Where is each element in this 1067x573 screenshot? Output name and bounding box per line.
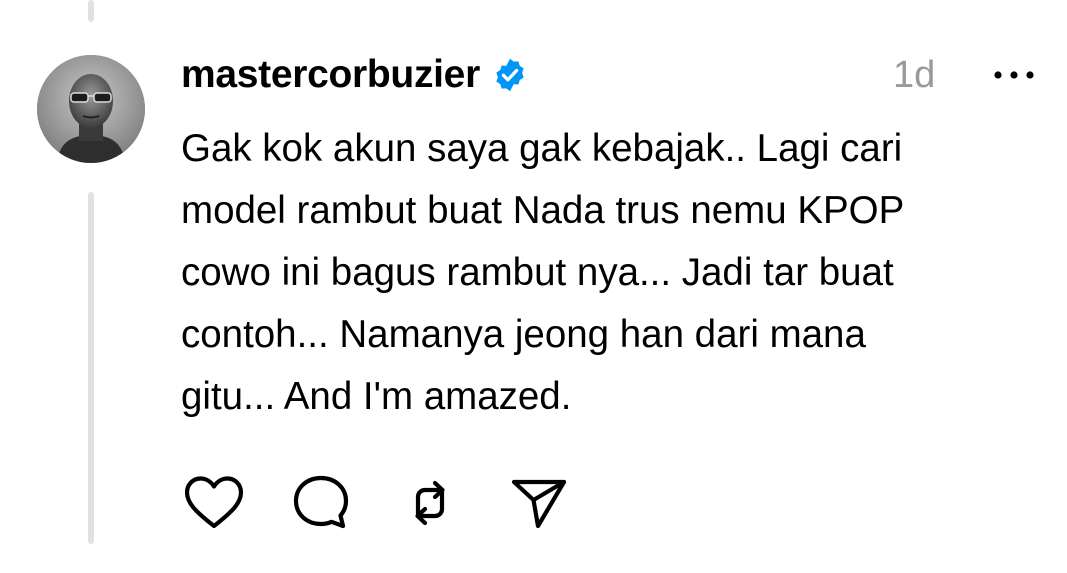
more-horizontal-icon[interactable]	[991, 60, 1037, 90]
avatar[interactable]	[37, 55, 145, 163]
verified-badge-icon	[492, 57, 528, 93]
send-icon[interactable]	[508, 472, 570, 534]
comment-text: Gak kok akun saya gak kebajak.. Lagi car…	[181, 127, 905, 418]
heart-icon[interactable]	[183, 472, 245, 534]
thread-line	[88, 192, 94, 544]
comment-bubble-icon[interactable]	[290, 472, 352, 534]
timestamp: 1d	[893, 54, 936, 96]
post-header: mastercorbuzier	[181, 50, 528, 100]
username[interactable]: mastercorbuzier	[181, 50, 480, 100]
thread-line-top	[88, 0, 94, 22]
repost-icon[interactable]	[399, 472, 461, 534]
